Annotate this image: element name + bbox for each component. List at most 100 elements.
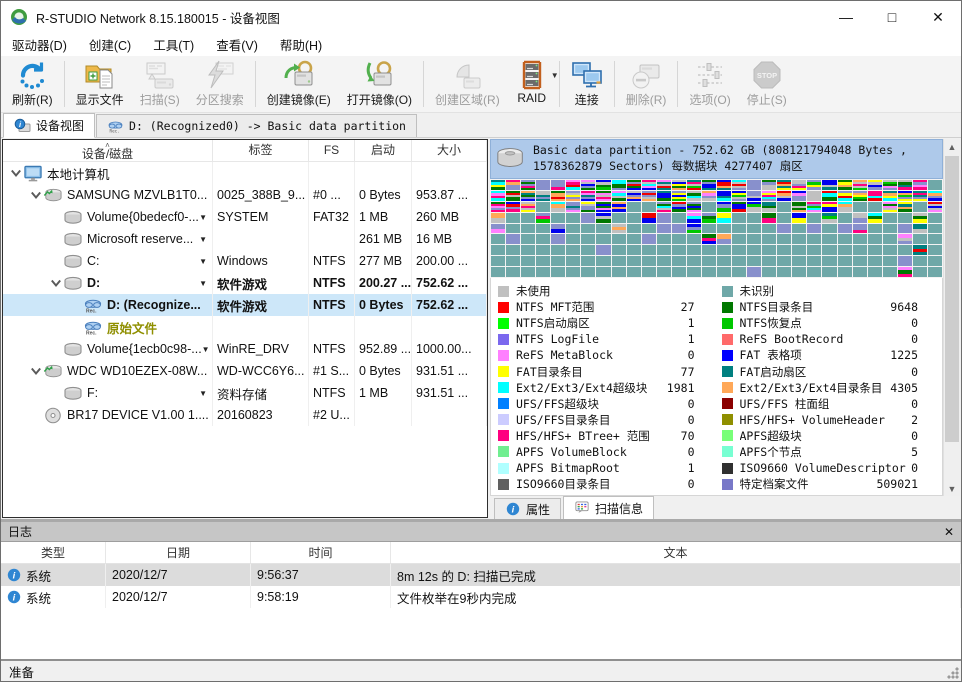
toolbar-button[interactable]: 显示文件 xyxy=(68,56,132,112)
tree-cell-value: 1 MB xyxy=(359,386,388,400)
mount-dropdown-icon[interactable]: ▼ xyxy=(199,213,212,222)
toolbar-button[interactable]: 打开镜像(O) xyxy=(339,56,420,112)
maximize-button[interactable]: □ xyxy=(869,1,915,33)
legend-label: UFS/FFS超级块 xyxy=(516,396,599,412)
log-column-header[interactable]: 时间 xyxy=(251,542,391,563)
info-icon: i xyxy=(7,590,21,604)
tree-cell-value: #2 U... xyxy=(313,408,350,422)
map-cell xyxy=(657,256,671,266)
svg-text:i: i xyxy=(512,505,515,516)
toolbar-button[interactable]: 刷新(R) xyxy=(4,56,61,112)
tree-column-header[interactable]: 标签 xyxy=(213,140,309,162)
map-cell xyxy=(642,180,656,190)
tree-column-header[interactable]: 大小 xyxy=(412,140,487,162)
menu-item[interactable]: 帮助(H) xyxy=(269,33,333,56)
scroll-up-icon[interactable]: ▲ xyxy=(944,139,960,154)
legend-label: 特定档案文件 xyxy=(740,476,809,492)
tree-row[interactable]: Rec.原始文件 xyxy=(3,316,487,338)
mount-dropdown-icon[interactable]: ▼ xyxy=(199,257,212,266)
tree-row[interactable]: BR17 DEVICE V1.00 1....20160823#2 U... xyxy=(3,404,487,426)
log-close-icon[interactable]: ✕ xyxy=(944,525,954,539)
info-icon: i xyxy=(505,502,521,516)
tree-cell-size: 752.62 ... xyxy=(412,294,487,316)
tree-cell-value: 1 MB xyxy=(359,210,388,224)
mount-dropdown-icon[interactable]: ▼ xyxy=(202,345,213,354)
map-cell xyxy=(732,213,746,223)
tree-cell-value: WD-WCC6Y6... xyxy=(217,364,305,378)
tree-row[interactable]: Volume{0bedecf0-...▼SYSTEMFAT321 MB260 M… xyxy=(3,206,487,228)
view-tab[interactable]: i设备视图 xyxy=(3,113,95,138)
log-column-header[interactable]: 文本 xyxy=(391,542,961,563)
chevron-placeholder xyxy=(49,254,63,268)
resize-grip[interactable] xyxy=(947,667,959,679)
map-cell xyxy=(642,256,656,266)
log-cell-time: 9:56:37 xyxy=(251,564,391,586)
vertical-scrollbar[interactable]: ▲ ▼ xyxy=(943,139,960,496)
tree-cell-value: 200.00 ... xyxy=(416,254,468,268)
tree-row[interactable]: Volume{1ecb0c98-...▼WinRE_DRVNTFS952.89 … xyxy=(3,338,487,360)
legend-item: NTFS启动扇区1 xyxy=(493,315,717,331)
chevron-down-icon[interactable] xyxy=(9,166,23,180)
legend-label: APFS VolumeBlock xyxy=(516,445,627,459)
minimize-button[interactable]: — xyxy=(823,1,869,33)
log-cell-time: 9:58:19 xyxy=(251,586,391,608)
tree-column-header[interactable]: 启动 xyxy=(355,140,412,162)
menu-item[interactable]: 创建(C) xyxy=(78,33,142,56)
map-cell xyxy=(581,224,595,234)
scan-panel-tab[interactable]: 扫描信息 xyxy=(563,496,654,519)
toolbar-button[interactable]: 创建镜像(E) xyxy=(259,56,339,112)
toolbar-button: 分区搜索 xyxy=(188,56,252,112)
scan-block-map[interactable] xyxy=(490,179,943,278)
chevron-down-icon[interactable] xyxy=(49,276,63,290)
scrollbar-track[interactable] xyxy=(944,154,960,481)
tree-row[interactable]: D:▼软件游戏NTFS200.27 ...752.62 ... xyxy=(3,272,487,294)
scroll-down-icon[interactable]: ▼ xyxy=(944,481,960,496)
tree-cell-fs: NTFS xyxy=(309,338,355,360)
menu-item[interactable]: 工具(T) xyxy=(142,33,205,56)
map-cell xyxy=(913,234,927,244)
tree-row[interactable]: SAMSUNG MZVLB1T0...0025_388B_9...#0 ...0… xyxy=(3,184,487,206)
menu-item[interactable]: 驱动器(D) xyxy=(1,33,78,56)
toolbar-dropdown-icon[interactable]: ▼ xyxy=(551,71,559,80)
mount-dropdown-icon[interactable]: ▼ xyxy=(199,279,212,288)
scan-panel-tab[interactable]: i属性 xyxy=(494,498,561,519)
svg-text:i: i xyxy=(13,571,16,582)
close-button[interactable]: ✕ xyxy=(915,1,961,33)
mount-dropdown-icon[interactable]: ▼ xyxy=(199,235,212,244)
tree-row[interactable]: C:▼WindowsNTFS277 MB200.00 ... xyxy=(3,250,487,272)
stop-icon: STOP xyxy=(751,59,783,91)
log-row[interactable]: i系统2020/12/79:56:378m 12s 的 D: 扫描已完成 xyxy=(1,564,961,586)
toolbar-button[interactable]: 连接 xyxy=(563,56,611,112)
tree-row[interactable]: Rec.D: (Recognize...软件游戏NTFS0 Bytes752.6… xyxy=(3,294,487,316)
view-tab[interactable]: Rec.D: (Recognized0) -> Basic data parti… xyxy=(96,114,417,137)
view-tab-label: 设备视图 xyxy=(36,117,84,134)
scrollbar-thumb[interactable] xyxy=(945,156,959,442)
tree-row[interactable]: Microsoft reserve...▼261 MB16 MB xyxy=(3,228,487,250)
toolbar-button-label: 分区搜索 xyxy=(196,91,244,108)
chevron-down-icon[interactable] xyxy=(29,188,43,202)
toolbar-button[interactable]: ▼ RAID xyxy=(508,56,556,112)
log-column-header[interactable]: 类型 xyxy=(1,542,106,563)
map-cell xyxy=(581,202,595,212)
tree-node: Microsoft reserve...▼ xyxy=(3,228,213,250)
toolbar-button-label: RAID xyxy=(517,91,546,105)
tree-row[interactable]: 本地计算机 xyxy=(3,162,487,184)
tree-row[interactable]: F:▼资料存储NTFS1 MB931.51 ... xyxy=(3,382,487,404)
tree-column-header[interactable]: FS xyxy=(309,140,355,162)
menu-item[interactable]: 查看(V) xyxy=(205,33,269,56)
tree-column-header[interactable]: ˄设备/磁盘 xyxy=(3,140,213,162)
map-cell xyxy=(747,191,761,201)
tree-cell-size: 200.00 ... xyxy=(412,250,487,272)
toolbar-button-label: 显示文件 xyxy=(76,91,124,108)
log-row[interactable]: i系统2020/12/79:58:19文件枚举在9秒内完成 xyxy=(1,586,961,608)
tree-cell-value: #0 ... xyxy=(313,188,341,202)
map-cell xyxy=(566,180,580,190)
log-column-header[interactable]: 日期 xyxy=(106,542,251,563)
tree-cell-size: 931.51 ... xyxy=(412,360,487,382)
legend-value: 4305 xyxy=(890,381,940,395)
chevron-down-icon[interactable] xyxy=(29,364,43,378)
main-area: ˄设备/磁盘标签FS启动大小 本地计算机SAMSUNG MZVLB1T0...0… xyxy=(1,138,961,519)
mount-dropdown-icon[interactable]: ▼ xyxy=(199,389,212,398)
tree-row[interactable]: WDC WD10EZEX-08W...WD-WCC6Y6...#1 S...0 … xyxy=(3,360,487,382)
window-title: R-STUDIO Network 8.15.180015 - 设备视图 xyxy=(36,8,280,27)
